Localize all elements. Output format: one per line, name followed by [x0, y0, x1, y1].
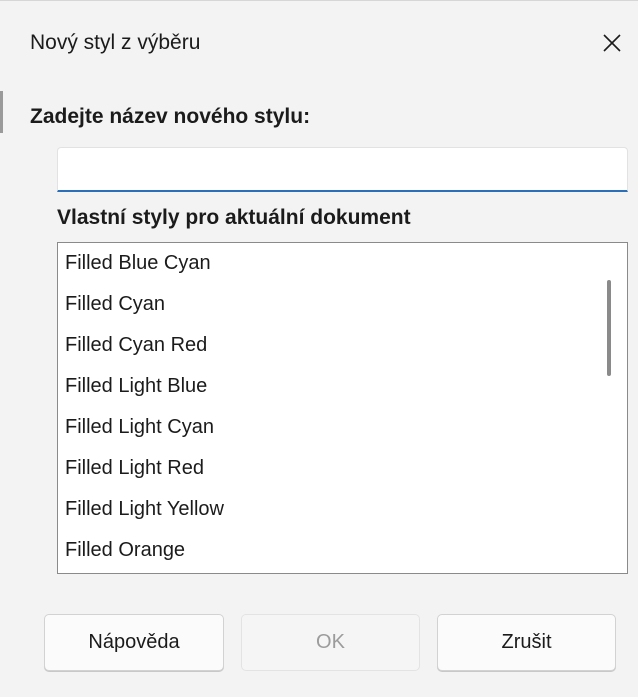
- style-name-label: Zadejte název nového stylu:: [30, 105, 311, 128]
- close-button[interactable]: [590, 21, 634, 65]
- new-style-dialog: Nový styl z výběru Zadejte název nového …: [0, 0, 638, 697]
- close-icon: [603, 34, 621, 52]
- style-list-items: Filled Blue Cyan Filled Cyan Filled Cyan…: [58, 243, 593, 571]
- list-item[interactable]: Filled Cyan Red: [58, 325, 593, 366]
- style-name-input[interactable]: [57, 147, 628, 192]
- resize-edge: [0, 91, 3, 133]
- list-item[interactable]: Filled Light Yellow: [58, 489, 593, 530]
- ok-button[interactable]: OK: [241, 614, 420, 671]
- help-button[interactable]: Nápověda: [44, 614, 224, 671]
- list-item[interactable]: Filled Light Cyan: [58, 407, 593, 448]
- list-scrollbar[interactable]: [593, 243, 627, 573]
- custom-styles-list[interactable]: Filled Blue Cyan Filled Cyan Filled Cyan…: [57, 242, 628, 574]
- dialog-title: Nový styl z výběru: [30, 31, 201, 54]
- list-item[interactable]: Filled Cyan: [58, 284, 593, 325]
- title-bar: Nový styl z výběru: [0, 1, 638, 87]
- list-item[interactable]: Filled Blue Cyan: [58, 243, 593, 284]
- custom-styles-label: Vlastní styly pro aktuální dokument: [57, 206, 411, 229]
- cancel-button[interactable]: Zrušit: [437, 614, 616, 671]
- list-item[interactable]: Filled Light Blue: [58, 366, 593, 407]
- scrollbar-thumb[interactable]: [607, 280, 611, 376]
- list-item[interactable]: Filled Light Red: [58, 448, 593, 489]
- list-item[interactable]: Filled Orange: [58, 530, 593, 571]
